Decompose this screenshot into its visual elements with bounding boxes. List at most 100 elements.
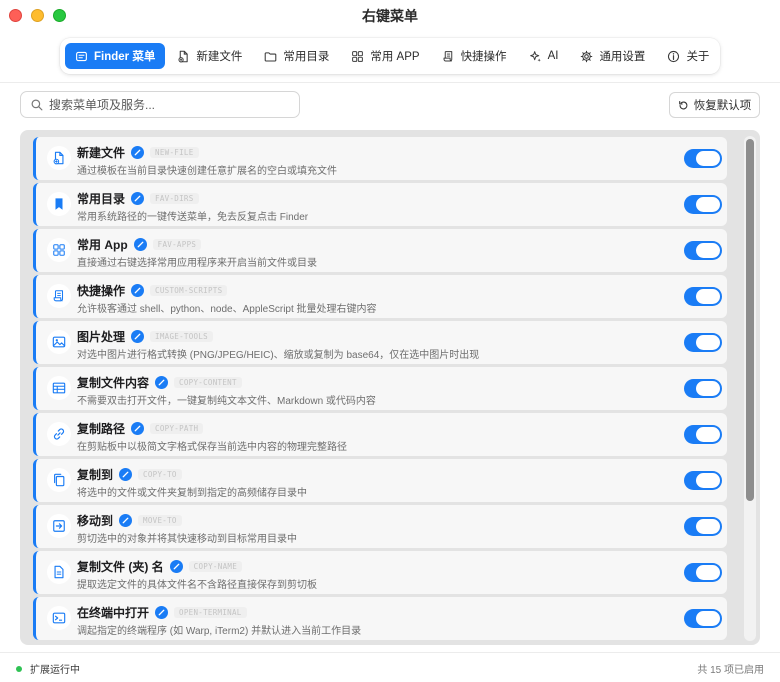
scrollbar-thumb[interactable] (746, 139, 754, 501)
menu-item-name: 移动到 (77, 514, 114, 528)
title-bar: 右键菜单 (0, 0, 780, 32)
status-indicator-dot (16, 665, 22, 672)
menu-item-toggle[interactable] (684, 425, 722, 444)
menu-item-icon (47, 284, 71, 308)
menu-item-name: 在终端中打开 (77, 606, 150, 620)
menu-item-code: OPEN-TERMINAL (174, 607, 247, 618)
menu-item-description: 调起指定的终端程序 (如 Warp, iTerm2) 并默认进入当前工作目录 (77, 626, 362, 637)
tab-sparkle[interactable]: AI (519, 43, 569, 69)
menu-item-row[interactable]: 新建文件 NEW-FILE 通过模板在当前目录快速创建任意扩展名的空白或填充文件 (33, 137, 727, 180)
menu-item-toggle[interactable] (684, 149, 722, 168)
menu-item-toggle[interactable] (684, 195, 722, 214)
menu-item-title: 在终端中打开 OPEN-TERMINAL (77, 604, 247, 621)
close-window-button[interactable] (9, 9, 22, 22)
minimize-window-button[interactable] (31, 9, 44, 22)
checkmark-icon (133, 238, 147, 251)
menu-item-description: 在剪贴板中以极简文字格式保存当前选中内容的物理完整路径 (77, 442, 347, 453)
tab-folder[interactable]: 常用目录 (254, 43, 339, 69)
tab-new-file[interactable]: 新建文件 (167, 43, 252, 69)
menu-item-row[interactable]: 快捷操作 CUSTOM-SCRIPTS 允许极客通过 shell、python、no… (33, 275, 727, 318)
menu-item-icon (47, 192, 71, 216)
menu-item-code: COPY-CONTENT (174, 377, 242, 388)
checkmark-icon (131, 422, 145, 435)
menu-item-toggle[interactable] (684, 609, 722, 628)
menu-item-row[interactable]: 复制到 COPY-TO 将选中的文件或文件夹复制到指定的高频储存目录中 (33, 459, 727, 502)
status-running-label: 扩展运行中 (30, 665, 80, 676)
enabled-count: 共 15 项已启用 (697, 665, 764, 676)
menu-item-icon (47, 560, 71, 584)
menu-item-code: CUSTOM-SCRIPTS (150, 285, 228, 296)
checkmark-icon (155, 606, 169, 619)
menu-item-toggle[interactable] (684, 287, 722, 306)
tab-bar: Finder 菜单 新建文件 常用目录 常用 APP 快捷操作 AI 通用设置 关于 (60, 38, 720, 74)
finder-menu-icon (76, 51, 87, 61)
menu-item-title: 复制文件内容 COPY-CONTENT (77, 374, 242, 391)
menu-item-description: 常用系统路径的一键传送菜单，免去反复点击 Finder (77, 212, 309, 223)
new-file-icon (178, 50, 189, 62)
zoom-window-button[interactable] (53, 9, 66, 22)
menu-item-icon (47, 376, 71, 400)
reset-icon (678, 100, 688, 109)
menu-item-name: 图片处理 (77, 330, 126, 344)
bookmark-icon (55, 198, 63, 210)
menu-item-row[interactable]: 在终端中打开 OPEN-TERMINAL 调起指定的终端程序 (如 Warp, iT… (33, 597, 727, 640)
reset-defaults-button[interactable]: 恢复默认项 (669, 92, 760, 118)
tab-label: 关于 (686, 51, 710, 63)
image-icon (52, 336, 66, 348)
menu-item-icon (47, 330, 71, 354)
menu-item-toggle[interactable] (684, 563, 722, 582)
checkmark-icon (131, 330, 145, 343)
apps-grid-icon (53, 244, 65, 256)
menu-item-toggle[interactable] (684, 241, 722, 260)
menu-item-icon (47, 238, 71, 262)
menu-item-row[interactable]: 图片处理 IMAGE-TOOLS 对选中图片进行格式转换 (PNG/JPEG/HEI… (33, 321, 727, 364)
menu-item-description: 直接通过右键选择常用应用程序来开启当前文件或目录 (77, 258, 317, 269)
search-box[interactable] (20, 91, 300, 118)
tab-apps-grid[interactable]: 常用 APP (341, 43, 429, 69)
menu-item-description: 通过模板在当前目录快速创建任意扩展名的空白或填充文件 (77, 166, 337, 177)
move-icon (53, 520, 65, 532)
menu-item-toggle[interactable] (684, 379, 722, 398)
menu-item-toggle[interactable] (684, 517, 722, 536)
scrollbar[interactable] (744, 136, 756, 641)
tab-script[interactable]: 快捷操作 (432, 43, 517, 69)
menu-item-description: 不需要双击打开文件，一键复制纯文本文件、Markdown 或代码内容 (77, 396, 376, 407)
checkmark-icon (131, 192, 145, 205)
search-icon (31, 99, 43, 110)
header-divider (0, 82, 780, 83)
menu-item-name: 快捷操作 (77, 284, 126, 298)
search-input[interactable] (49, 97, 289, 112)
tab-info[interactable]: 关于 (657, 43, 719, 69)
menu-item-title: 快捷操作 CUSTOM-SCRIPTS (77, 282, 228, 299)
tab-finder-menu[interactable]: Finder 菜单 (65, 43, 166, 69)
menu-item-title: 移动到 MOVE-TO (77, 512, 182, 529)
menu-item-row[interactable]: 移动到 MOVE-TO 剪切选中的对象并将其快速移动到目标常用目录中 (33, 505, 727, 548)
menu-item-name: 新建文件 (77, 146, 126, 160)
tab-label: 常用目录 (283, 51, 330, 63)
checkmark-icon (119, 514, 133, 527)
sparkle-icon (529, 50, 541, 62)
menu-item-name: 常用目录 (77, 192, 126, 206)
new-file-icon (53, 151, 64, 165)
menu-item-row[interactable]: 常用 App FAV-APPS 直接通过右键选择常用应用程序来开启当前文件或目录 (33, 229, 727, 272)
menu-item-title: 常用目录 FAV-DIRS (77, 190, 199, 207)
script-icon (53, 290, 64, 302)
menu-item-icon (47, 606, 71, 630)
menu-item-description: 对选中图片进行格式转换 (PNG/JPEG/HEIC)、缩放或复制为 base6… (77, 350, 480, 361)
menu-item-code: FAV-DIRS (150, 193, 199, 204)
menu-item-row[interactable]: 复制文件内容 COPY-CONTENT 不需要双击打开文件，一键复制纯文本文件、Ma… (33, 367, 727, 410)
menu-item-description: 允许极客通过 shell、python、node、AppleScript 批量处… (77, 304, 377, 315)
gear-icon (581, 50, 593, 62)
window-title: 右键菜单 (362, 8, 418, 24)
terminal-icon (52, 612, 66, 624)
menu-item-row[interactable]: 常用目录 FAV-DIRS 常用系统路径的一键传送菜单，免去反复点击 Finder (33, 183, 727, 226)
menu-item-description: 提取选定文件的具体文件名不含路径直接保存到剪切板 (77, 580, 317, 591)
menu-item-toggle[interactable] (684, 471, 722, 490)
menu-item-icon (47, 422, 71, 446)
menu-item-code: COPY-NAME (188, 561, 243, 572)
menu-item-row[interactable]: 复制文件 (夹) 名 COPY-NAME 提取选定文件的具体文件名不含路径直接保存到… (33, 551, 727, 594)
tab-gear[interactable]: 通用设置 (570, 43, 655, 69)
menu-item-title: 复制路径 COPY-PATH (77, 420, 204, 437)
menu-item-row[interactable]: 复制路径 COPY-PATH 在剪贴板中以极简文字格式保存当前选中内容的物理完整路径 (33, 413, 727, 456)
menu-item-toggle[interactable] (684, 333, 722, 352)
